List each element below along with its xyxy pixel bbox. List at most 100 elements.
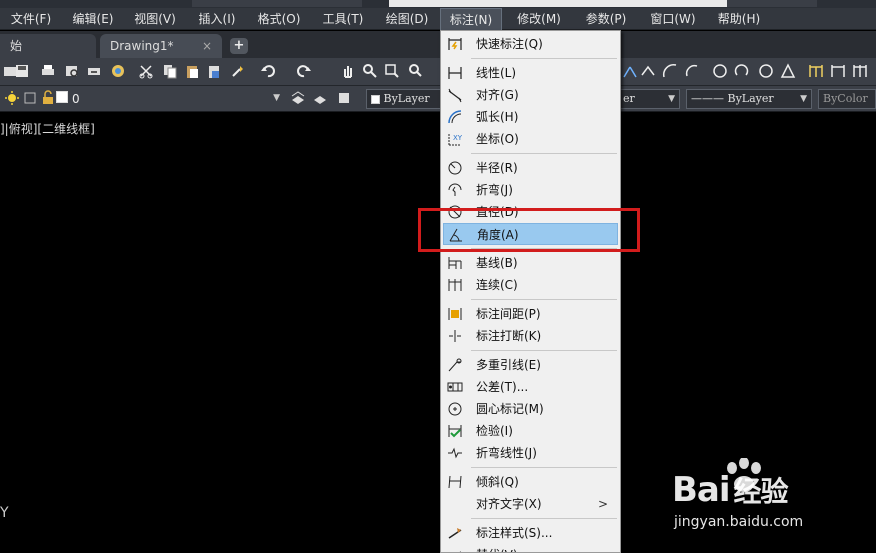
radius-dimension-icon (447, 160, 463, 176)
menu-item-jogged-linear[interactable]: 折弯线性(J) (443, 442, 618, 464)
menu-item-dimension-space[interactable]: 标注间距(P) (443, 303, 618, 325)
menu-item-dimension-style[interactable]: 标注样式(S)... (443, 522, 618, 544)
search-box[interactable] (727, 0, 817, 7)
viewport-controls-label[interactable]: ]|俯视][二维线框] (0, 120, 95, 137)
tolerance-icon (447, 379, 463, 395)
tab-drawing1[interactable]: Drawing1* × (100, 34, 222, 58)
dim-arc-length-toolbar-icon[interactable] (662, 63, 678, 79)
workspace-selector[interactable] (192, 0, 362, 7)
arc-length-icon (447, 109, 463, 125)
plotstyle-control-dropdown[interactable]: ByColor (818, 89, 876, 109)
menu-item-continue[interactable]: 连续(C) (443, 274, 618, 296)
layer-lock-icon[interactable] (40, 90, 56, 106)
new-tab-button[interactable]: + (230, 38, 248, 54)
menu-item-baseline[interactable]: 基线(B) (443, 252, 618, 274)
dim-center-toolbar-icon[interactable] (758, 63, 774, 79)
baseline-dimension-icon (447, 255, 463, 271)
tab-start[interactable]: 始 (0, 34, 96, 58)
menu-separator (471, 58, 617, 59)
undo-icon[interactable] (260, 63, 276, 79)
chevron-down-icon: ▼ (800, 94, 807, 104)
color-swatch (371, 94, 380, 104)
standard-toolbar (0, 58, 876, 86)
highlight-annotation-box (418, 208, 640, 252)
paste-special-icon[interactable] (206, 63, 222, 79)
dim-baseline-toolbar-icon[interactable] (808, 63, 824, 79)
publish-icon[interactable] (86, 63, 102, 79)
menu-view[interactable]: 视图(V) (124, 8, 186, 30)
lineweight-value: ——— ByLayer (691, 92, 774, 105)
redo-icon[interactable] (296, 63, 312, 79)
dimension-space-icon (447, 306, 463, 322)
menu-file[interactable]: 文件(F) (0, 8, 62, 30)
baidu-jingyan-watermark: Bai 经验 jingyan.baidu.com (672, 458, 872, 548)
menu-item-linear[interactable]: 线性(L) (443, 62, 618, 84)
print-preview-icon[interactable] (64, 63, 80, 79)
dim-angular-toolbar-icon[interactable] (780, 63, 796, 79)
lineweight-control-dropdown[interactable]: ——— ByLayer ▼ (686, 89, 812, 109)
menu-parametric[interactable]: 参数(P) (574, 8, 638, 30)
layer-dropdown[interactable]: ▼ (72, 89, 284, 109)
multileader-icon (447, 357, 463, 373)
chevron-right-icon: > (597, 497, 608, 511)
cut-icon[interactable] (138, 63, 154, 79)
dim-arc-toolbar-icon[interactable] (622, 63, 638, 79)
layer-on-icon[interactable] (4, 90, 20, 106)
make-current-layer-icon[interactable] (290, 90, 306, 106)
zoom-window-icon[interactable] (384, 63, 400, 79)
linetype-control-dropdown[interactable]: er ▼ (618, 89, 680, 109)
watermark-logo: Bai 经验 (672, 470, 789, 510)
file-tab-bar: 始 Drawing1* × + (0, 31, 876, 58)
menu-help[interactable]: 帮助(H) (708, 8, 770, 30)
menu-modify[interactable]: 修改(M) (506, 8, 572, 30)
paste-icon[interactable] (184, 63, 200, 79)
pan-icon[interactable] (340, 63, 356, 79)
layer-color-swatch (56, 91, 68, 103)
menu-item-radius[interactable]: 半径(R) (443, 157, 618, 179)
color-value: ByLayer (383, 92, 430, 105)
dim-space-toolbar-icon[interactable] (852, 63, 868, 79)
menu-item-center-mark[interactable]: 圆心标记(M) (443, 398, 618, 420)
oblique-icon (447, 474, 463, 490)
zoom-realtime-icon[interactable] (362, 63, 378, 79)
save-icon[interactable] (14, 63, 30, 79)
layer-freeze-icon[interactable] (22, 90, 38, 106)
menu-item-quick-dimension[interactable]: 快速标注(Q) (443, 33, 618, 55)
close-icon[interactable]: × (202, 34, 212, 58)
menu-item-dimension-break[interactable]: 标注打断(K) (443, 325, 618, 347)
menu-window[interactable]: 窗口(W) (640, 8, 706, 30)
menu-item-multileader[interactable]: 多重引线(E) (443, 354, 618, 376)
copy-icon[interactable] (162, 63, 178, 79)
layer-previous-icon[interactable] (336, 90, 352, 106)
layer-match-icon[interactable] (312, 90, 328, 106)
3d-publish-icon[interactable] (110, 63, 126, 79)
menu-separator (471, 518, 617, 519)
menu-format[interactable]: 格式(O) (248, 8, 310, 30)
menu-separator (471, 350, 617, 351)
menu-item-inspection[interactable]: 检验(I) (443, 420, 618, 442)
dim-angle-toolbar-icon[interactable] (640, 63, 656, 79)
print-icon[interactable] (40, 63, 56, 79)
menu-edit[interactable]: 编辑(E) (62, 8, 124, 30)
menu-item-aligned[interactable]: 对齐(G) (443, 84, 618, 106)
dim-continue-toolbar-icon[interactable] (830, 63, 846, 79)
menu-item-ordinate[interactable]: XY 坐标(O) (443, 128, 618, 150)
zoom-previous-icon[interactable] (408, 63, 424, 79)
menu-draw[interactable]: 绘图(D) (376, 8, 438, 30)
menu-item-jogged[interactable]: 折弯(J) (443, 179, 618, 201)
dim-jogged-toolbar-icon[interactable] (684, 63, 700, 79)
dim-radius-toolbar-icon[interactable] (734, 63, 750, 79)
menu-insert[interactable]: 插入(I) (186, 8, 248, 30)
match-properties-icon[interactable] (230, 63, 246, 79)
menu-dimension[interactable]: 标注(N) (440, 8, 502, 30)
ucs-y-axis-label: Y (0, 505, 9, 521)
menu-item-align-text[interactable]: 对齐文字(X) > (443, 493, 618, 515)
dim-diameter-toolbar-icon[interactable] (712, 63, 728, 79)
color-control-dropdown[interactable]: ByLayer (366, 89, 442, 109)
menu-item-arc-length[interactable]: 弧长(H) (443, 106, 618, 128)
menu-item-oblique[interactable]: 倾斜(Q) (443, 471, 618, 493)
chevron-down-icon: ▼ (273, 93, 280, 103)
menu-item-tolerance[interactable]: 公差(T)... (443, 376, 618, 398)
menu-item-override[interactable]: 替代(V) (443, 544, 618, 552)
menu-tools[interactable]: 工具(T) (310, 8, 376, 30)
